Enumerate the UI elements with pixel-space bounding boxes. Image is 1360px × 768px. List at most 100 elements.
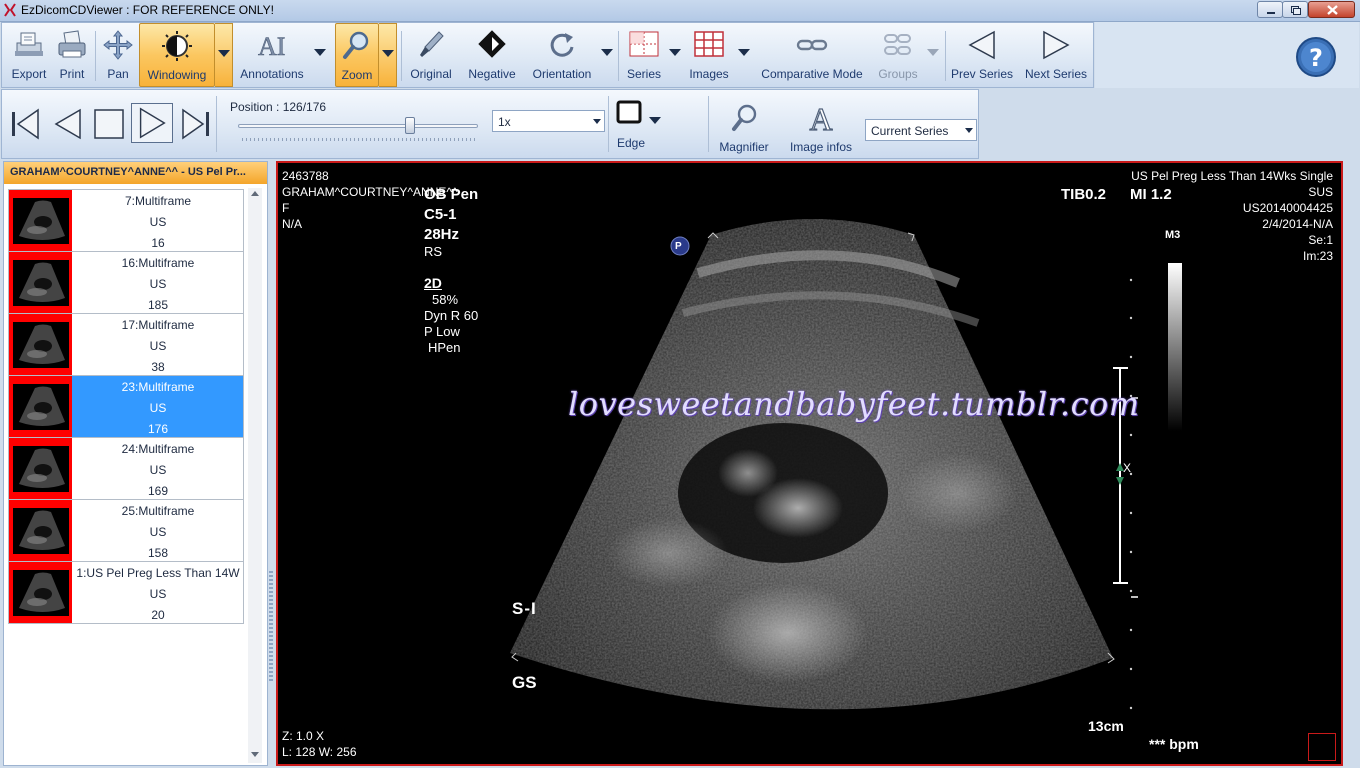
- series-title: 24:Multiframe: [121, 442, 195, 456]
- series-item[interactable]: 25:Multiframe US 158: [8, 499, 244, 561]
- play-icon[interactable]: [131, 103, 173, 143]
- toolbar-separator: [216, 96, 217, 152]
- printer-icon: [58, 30, 86, 58]
- series-item[interactable]: 24:Multiframe US 169: [8, 437, 244, 499]
- position-slider-thumb[interactable]: [404, 117, 415, 134]
- edge-button[interactable]: Edge: [610, 90, 666, 158]
- series-thumbnail: [9, 500, 72, 561]
- windowing-dropdown[interactable]: [215, 23, 233, 87]
- image-viewer[interactable]: 2463788 GRAHAM^COURTNEY^ANNE^^ F N/A US …: [276, 161, 1343, 766]
- series-thumbnail: [9, 190, 72, 251]
- help-question-icon[interactable]: ?: [1295, 36, 1337, 78]
- series-panel: GRAHAM^COURTNEY^ANNE^^ - US Pel Pr... 7:…: [3, 161, 268, 766]
- last-frame-icon[interactable]: [177, 106, 213, 142]
- series-mode-select[interactable]: Current Series: [865, 119, 977, 141]
- ultrasound-thumbnail-icon: [13, 508, 69, 554]
- print-button[interactable]: Print: [52, 23, 92, 87]
- maximize-button[interactable]: [1282, 1, 1308, 18]
- ultrasound-thumbnail-icon: [13, 570, 69, 616]
- annotations-dropdown[interactable]: [311, 23, 329, 87]
- chevron-down-icon[interactable]: [251, 752, 259, 757]
- windowing-button[interactable]: Windowing: [139, 23, 215, 87]
- series-button[interactable]: Series: [621, 23, 667, 87]
- right-edge: [1344, 161, 1360, 766]
- groups-button[interactable]: Groups: [872, 23, 924, 87]
- toolbar-separator: [95, 31, 96, 81]
- series-label: Series: [626, 67, 661, 81]
- series-item[interactable]: 23:Multiframe US 176: [8, 375, 244, 437]
- series-thumbnail: [9, 314, 72, 375]
- first-frame-icon[interactable]: [8, 106, 44, 142]
- negative-button[interactable]: Negative: [462, 23, 522, 87]
- series-scrollbar[interactable]: [248, 188, 262, 763]
- stop-icon[interactable]: [91, 106, 127, 142]
- zoom-readout: Z: 1.0 X: [282, 729, 325, 743]
- images-button[interactable]: Images: [686, 23, 732, 87]
- chevron-down-icon: [218, 50, 230, 57]
- pan-button[interactable]: Pan: [98, 23, 138, 87]
- chevron-down-icon: [738, 49, 750, 56]
- window-level-readout: L: 128 W: 256: [282, 745, 357, 759]
- chevron-up-icon[interactable]: [251, 191, 259, 196]
- series-image-count: 176: [147, 422, 169, 436]
- pan-arrows-icon: [103, 30, 133, 60]
- speed-value: 1x: [498, 115, 511, 129]
- series-thumbnail: [9, 438, 72, 499]
- us-hpen: HPen: [428, 340, 461, 355]
- series-title: 16:Multiframe: [121, 256, 195, 270]
- annotations-button[interactable]: AI Annotations: [234, 23, 310, 87]
- series-mode-value: Current Series: [871, 124, 949, 138]
- series-item[interactable]: 7:Multiframe US 16: [8, 189, 244, 251]
- series-item[interactable]: 17:Multiframe US 38: [8, 313, 244, 375]
- images-label: Images: [689, 67, 729, 81]
- zoom-button[interactable]: Zoom: [335, 23, 379, 87]
- us-orientation: S-I: [512, 599, 537, 618]
- prev-triangle-icon: [968, 30, 995, 60]
- app-logo-icon: [4, 3, 16, 17]
- ultrasound-thumbnail-icon: [13, 446, 69, 492]
- original-button[interactable]: Original: [404, 23, 458, 87]
- image-infos-label: Image infos: [789, 140, 853, 154]
- x-marker: X: [1123, 461, 1132, 475]
- position-slider-track[interactable]: [238, 124, 478, 128]
- orientation-label: Orientation: [532, 67, 592, 81]
- orientation-dropdown[interactable]: [598, 23, 616, 87]
- series-modality: US: [149, 401, 167, 415]
- study-description: US Pel Preg Less Than 14Wks Single: [1131, 169, 1333, 183]
- rotate-icon: [550, 33, 574, 57]
- orientation-button[interactable]: Orientation: [524, 23, 600, 87]
- series-modality: US: [149, 463, 167, 477]
- ultrasound-thumbnail-icon: [13, 198, 69, 244]
- series-image-count: 158: [147, 546, 169, 560]
- speed-select[interactable]: 1x: [492, 110, 605, 132]
- us-probe: C5-1: [424, 206, 457, 223]
- zoom-label: Zoom: [341, 68, 373, 82]
- study-date: 2/4/2014-N/A: [1262, 217, 1333, 231]
- annotations-label: Annotations: [240, 67, 304, 81]
- series-image-count: 185: [147, 298, 169, 312]
- series-item[interactable]: 16:Multiframe US 185: [8, 251, 244, 313]
- series-modality: US: [149, 339, 167, 353]
- series-image-count: 169: [147, 484, 169, 498]
- minimize-button[interactable]: [1257, 1, 1283, 18]
- series-item[interactable]: 1:US Pel Preg Less Than 14W US 20: [8, 561, 244, 624]
- series-title: 17:Multiframe: [121, 318, 195, 332]
- position-label: Position : 126/176: [230, 100, 327, 114]
- series-dropdown[interactable]: [666, 23, 684, 87]
- panel-splitter[interactable]: [268, 161, 274, 766]
- export-button[interactable]: Export: [6, 23, 52, 87]
- prev-frame-icon[interactable]: [50, 106, 86, 142]
- us-depth: 13cm: [1088, 718, 1124, 734]
- prev-series-button[interactable]: Prev Series: [949, 23, 1015, 87]
- next-series-button[interactable]: Next Series: [1022, 23, 1090, 87]
- series-list: 7:Multiframe US 16 16:Multiframe US 185 17:Mul…: [8, 189, 244, 624]
- comparative-mode-button[interactable]: Comparative Mode: [758, 23, 866, 87]
- images-dropdown[interactable]: [735, 23, 753, 87]
- close-button[interactable]: [1308, 1, 1355, 18]
- zoom-dropdown[interactable]: [379, 23, 397, 87]
- images-grid-icon: [694, 31, 724, 57]
- image-infos-button[interactable]: A Image infos: [784, 90, 858, 158]
- magnifier-button[interactable]: Magnifier: [714, 90, 774, 158]
- export-label: Export: [11, 67, 47, 81]
- groups-dropdown[interactable]: [924, 23, 942, 87]
